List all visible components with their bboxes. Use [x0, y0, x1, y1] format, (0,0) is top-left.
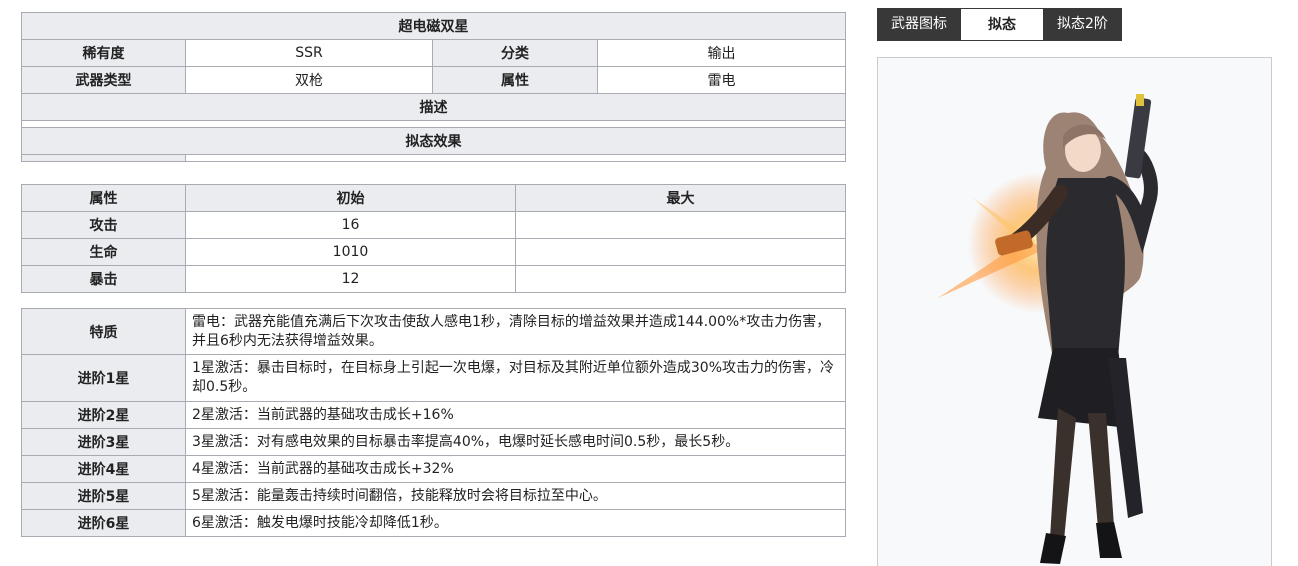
- tab-mimicry-stage2[interactable]: 拟态2阶: [1043, 8, 1122, 41]
- category-label: 分类: [432, 39, 598, 67]
- trait-label: 进阶2星: [21, 401, 186, 429]
- stats-header-max: 最大: [515, 184, 846, 212]
- legs: [1050, 408, 1076, 540]
- stat-max: [515, 265, 846, 293]
- stat-max: [515, 238, 846, 266]
- weapon-type-label: 武器类型: [21, 66, 186, 94]
- trait-text: 4星激活：当前武器的基础攻击成长+32%: [185, 455, 846, 483]
- weapon-type-value: 双枪: [185, 66, 433, 94]
- trait-label: 进阶4星: [21, 455, 186, 483]
- stat-name: 攻击: [21, 211, 186, 239]
- traits-table: 特质 雷电：武器充能值充满后下次攻击使敌人感电1秒，清除目标的增益效果并造成14…: [21, 308, 846, 537]
- rarity-value: SSR: [185, 39, 433, 67]
- trait-label: 进阶1星: [21, 354, 186, 402]
- character-portrait: [877, 57, 1272, 566]
- trait-label: 进阶3星: [21, 428, 186, 456]
- table-row: 暴击 12: [21, 265, 846, 293]
- category-value: 输出: [597, 39, 846, 67]
- stats-header-initial: 初始: [185, 184, 516, 212]
- description-header: 描述: [21, 93, 846, 121]
- stat-max: [515, 211, 846, 239]
- trait-text: 6星激活：触发电爆时技能冷却降低1秒。: [185, 509, 846, 537]
- table-row: 进阶1星 1星激活：暴击目标时，在目标身上引起一次电爆，对目标及其附近单位额外造…: [21, 354, 846, 402]
- element-label: 属性: [432, 66, 598, 94]
- mimicry-effect-header: 拟态效果: [21, 127, 846, 155]
- trait-label: 特质: [21, 308, 186, 355]
- tab-weapon-icon[interactable]: 武器图标: [877, 8, 961, 41]
- element-value: 雷电: [597, 66, 846, 94]
- table-row: 特质 雷电：武器充能值充满后下次攻击使敌人感电1秒，清除目标的增益效果并造成14…: [21, 308, 846, 355]
- table-row: 攻击 16: [21, 211, 846, 239]
- mimicry-effect-body: [185, 154, 846, 162]
- image-tabs: 武器图标 拟态 拟态2阶: [877, 8, 1122, 41]
- trait-text: 2星激活：当前武器的基础攻击成长+16%: [185, 401, 846, 429]
- rarity-label: 稀有度: [21, 39, 186, 67]
- trait-text: 1星激活：暴击目标时，在目标身上引起一次电爆，对目标及其附近单位额外造成30%攻…: [185, 354, 846, 402]
- stat-name: 暴击: [21, 265, 186, 293]
- stat-initial: 12: [185, 265, 516, 293]
- trait-label: 进阶5星: [21, 482, 186, 510]
- table-row: 进阶5星 5星激活：能量轰击持续时间翻倍，技能释放时会将目标拉至中心。: [21, 482, 846, 510]
- weapon-info-table: 超电磁双星 稀有度 SSR 分类 输出 武器类型 双枪 属性 雷电 描述 拟态效…: [21, 12, 846, 162]
- table-row: 进阶4星 4星激活：当前武器的基础攻击成长+32%: [21, 455, 846, 483]
- mimicry-effect-label: [21, 154, 186, 162]
- weapon-name: 超电磁双星: [21, 12, 846, 40]
- tab-mimicry[interactable]: 拟态: [961, 8, 1043, 41]
- stats-table: 属性 初始 最大 攻击 16 生命 1010 暴击 12: [21, 184, 846, 293]
- stat-name: 生命: [21, 238, 186, 266]
- table-row: 进阶6星 6星激活：触发电爆时技能冷却降低1秒。: [21, 509, 846, 537]
- description-body: [21, 120, 846, 128]
- character-illustration: [938, 94, 1158, 564]
- trait-label: 进阶6星: [21, 509, 186, 537]
- stats-header-attr: 属性: [21, 184, 186, 212]
- stat-initial: 1010: [185, 238, 516, 266]
- table-row: 进阶2星 2星激活：当前武器的基础攻击成长+16%: [21, 401, 846, 429]
- trait-text: 5星激活：能量轰击持续时间翻倍，技能释放时会将目标拉至中心。: [185, 482, 846, 510]
- table-row: 生命 1010: [21, 238, 846, 266]
- trait-text: 雷电：武器充能值充满后下次攻击使敌人感电1秒，清除目标的增益效果并造成144.0…: [185, 308, 846, 355]
- table-row: 进阶3星 3星激活：对有感电效果的目标暴击率提高40%，电爆时延长感电时间0.5…: [21, 428, 846, 456]
- stat-initial: 16: [185, 211, 516, 239]
- trait-text: 3星激活：对有感电效果的目标暴击率提高40%，电爆时延长感电时间0.5秒，最长5…: [185, 428, 846, 456]
